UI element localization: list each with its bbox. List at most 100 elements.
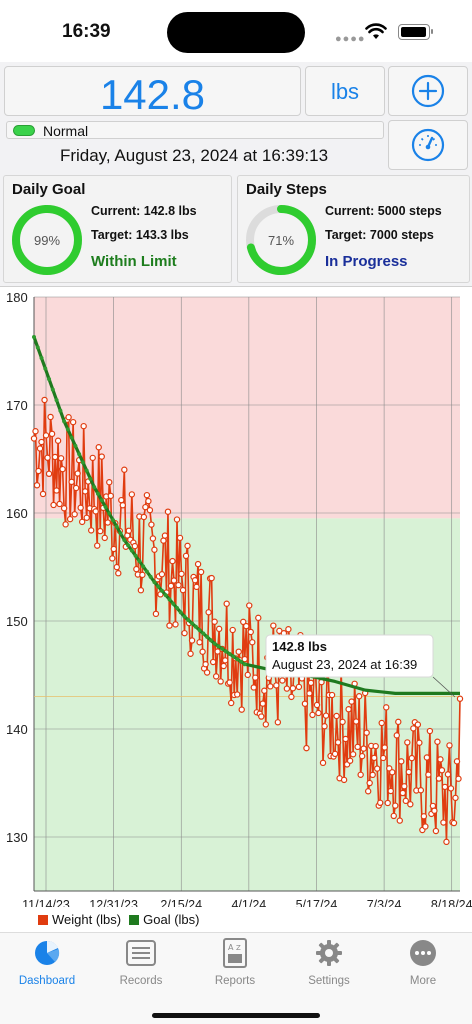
weight-point (35, 467, 42, 475)
goal-point (118, 531, 123, 536)
weight-point (173, 516, 181, 523)
goal-point (212, 641, 217, 646)
weight-point (259, 700, 267, 707)
weight-point (60, 505, 68, 512)
weight-point (425, 771, 432, 778)
weight-point (447, 785, 455, 792)
weight-point (321, 723, 328, 730)
weight-point (423, 754, 431, 761)
weight-point (184, 542, 191, 550)
weight-point (334, 739, 342, 746)
weight-point (51, 453, 59, 461)
weight-point (170, 577, 178, 584)
goal-point (235, 657, 240, 662)
weight-point (393, 732, 400, 739)
weight-point (80, 422, 87, 430)
tab-dashboard[interactable]: Dashboard (0, 937, 94, 987)
y-tick-label: 170 (6, 398, 28, 413)
weight-point (57, 455, 65, 462)
weight-point (175, 581, 182, 589)
weight-point (289, 685, 297, 692)
current-weight-display[interactable]: 142.8 (4, 66, 301, 118)
report-icon: AZ (223, 938, 247, 968)
status-bar: 16:39 ●●●● (0, 0, 472, 62)
goal-point (238, 659, 243, 664)
goal-point (133, 553, 138, 558)
weight-point (178, 570, 185, 578)
goal-point (144, 569, 149, 574)
tab-records[interactable]: Records (94, 937, 188, 987)
chart-legend: Weight (lbs) Goal (lbs) (38, 912, 199, 927)
add-entry-button[interactable] (388, 66, 468, 116)
weight-chart-plot[interactable]: 11/14/23 12/31/23 2/15/24 4/1/24 5/17/24 7/3/… (0, 287, 472, 912)
weight-point (383, 704, 390, 711)
weight-point (398, 758, 405, 765)
weight-point (128, 491, 136, 498)
tab-settings[interactable]: Settings (282, 937, 376, 987)
weight-point (369, 771, 376, 779)
tab-label: Settings (308, 975, 350, 987)
y-tick-label: 130 (6, 830, 28, 845)
weight-point (339, 718, 346, 726)
goal-point (126, 543, 131, 548)
tab-bar: Dashboard Records AZ Reports Settings Mo… (0, 932, 472, 1024)
weight-chart[interactable]: 11/14/23 12/31/23 2/15/24 4/1/24 5/17/24 7/3/… (0, 286, 472, 932)
weight-point (387, 787, 394, 795)
weight-point (30, 435, 38, 442)
weight-point (203, 669, 211, 676)
weight-point (370, 754, 378, 762)
daily-goal-card[interactable]: Daily Goal 99% Current: 142.8 lbs Target… (3, 175, 232, 283)
goal-status: Within Limit (91, 253, 177, 270)
x-tick-label: 8/18/24 (431, 898, 472, 907)
weight-point (226, 679, 233, 686)
weight-point (456, 695, 464, 702)
weight-point (417, 787, 425, 794)
weight-point (333, 712, 340, 720)
weight-point (319, 759, 327, 767)
weight-point (119, 502, 127, 509)
goal-point (62, 419, 67, 424)
weight-point (74, 470, 81, 477)
weight-point (241, 655, 248, 663)
goal-point (201, 631, 206, 636)
goal-point (50, 387, 55, 392)
svg-text:A: A (228, 943, 234, 952)
home-indicator (152, 1013, 320, 1018)
weight-point (345, 706, 352, 713)
tab-reports[interactable]: AZ Reports (188, 937, 282, 987)
gauge-button[interactable] (388, 120, 468, 170)
goal-point (197, 628, 202, 633)
goal-point (163, 593, 168, 598)
weight-point (234, 691, 241, 698)
weight-point (160, 537, 167, 544)
goal-point (156, 584, 161, 589)
unit-button[interactable]: lbs (305, 66, 385, 116)
weight-point (48, 430, 56, 438)
tab-more[interactable]: More (376, 937, 470, 987)
weight-point (396, 817, 403, 824)
weight-point (182, 552, 190, 560)
daily-steps-card[interactable]: Daily Steps 71% Current: 5000 steps Targ… (237, 175, 470, 283)
weight-point (194, 560, 202, 568)
weight-point (238, 706, 245, 713)
weight-point (101, 534, 108, 542)
goal-point (103, 504, 108, 509)
goal-point (84, 468, 89, 473)
steps-status: In Progress (325, 253, 408, 270)
weight-point (212, 673, 220, 680)
weight-point (346, 757, 354, 764)
weight-point (125, 527, 133, 534)
weight-point (188, 637, 196, 644)
weight-point (342, 735, 349, 743)
weight-point (191, 577, 199, 584)
goal-point (208, 638, 213, 643)
weight-state-bar: Normal (6, 121, 384, 139)
goal-point (182, 614, 187, 619)
weight-point (78, 518, 86, 526)
goal-point (216, 644, 221, 649)
weight-point (65, 414, 72, 421)
goal-point (122, 538, 127, 542)
weight-point (181, 629, 188, 637)
goal-current: Current: 142.8 lbs (91, 204, 197, 218)
tooltip-subtitle: August 23, 2024 at 16:39 (272, 657, 417, 672)
